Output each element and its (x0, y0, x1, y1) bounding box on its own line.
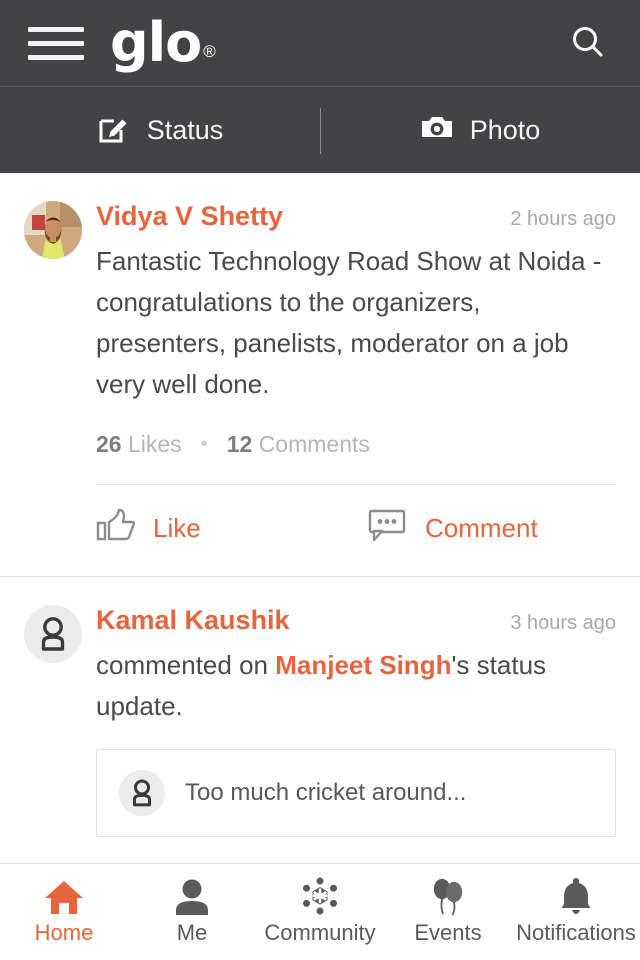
avatar[interactable] (24, 605, 82, 663)
nav-item-notifications[interactable]: Notifications (512, 864, 640, 960)
stats-separator-dot: • (200, 433, 208, 455)
tab-photo-label: Photo (469, 114, 541, 145)
nav-item-me-label: Me (176, 920, 208, 945)
post-timestamp: 3 hours ago (510, 612, 616, 634)
network-hub-icon (299, 877, 341, 916)
mentioned-user-link[interactable]: Manjeet Singh (275, 650, 451, 680)
home-icon (43, 878, 85, 916)
post-stats: 26 Likes • 12 Comments (96, 431, 616, 458)
comments-count: 12 (226, 431, 253, 457)
hamburger-bar (28, 26, 84, 32)
tab-status-label: Status (146, 114, 224, 145)
like-button-label: Like (153, 513, 201, 543)
bottom-navigation: Home Me Community Events Notifications (0, 863, 640, 960)
quoted-comment-card[interactable]: Too much cricket around... (96, 749, 616, 837)
comments-label: Comments (258, 431, 370, 457)
avatar[interactable] (119, 770, 165, 816)
tab-status[interactable]: Status (0, 87, 320, 173)
post-author-name[interactable]: Kamal Kaushik (96, 605, 290, 636)
feed-post: Vidya V Shetty 2 hours ago Fantastic Tec… (0, 173, 640, 576)
comment-button[interactable]: Comment (368, 508, 538, 549)
post-timestamp: 2 hours ago (510, 208, 616, 230)
compose-edit-icon (97, 111, 131, 150)
brand-logo[interactable]: glo ® (110, 11, 216, 74)
post-body: Kamal Kaushik 3 hours ago commented on M… (96, 605, 616, 863)
likes-count-button[interactable]: 26 Likes (96, 431, 182, 458)
nav-item-home-label: Home (34, 920, 94, 945)
avatar[interactable] (24, 201, 82, 259)
post-header: Vidya V Shetty 2 hours ago Fantastic Tec… (24, 201, 616, 576)
post-meta-row: Kamal Kaushik 3 hours ago (96, 605, 616, 636)
search-icon[interactable] (562, 17, 614, 69)
balloons-icon (429, 878, 467, 916)
nav-item-events[interactable]: Events (384, 864, 512, 960)
bell-icon (556, 878, 596, 916)
compose-tab-bar: Status Photo (0, 86, 640, 173)
comment-button-label: Comment (425, 513, 538, 543)
likes-count: 26 (96, 431, 122, 457)
person-icon (172, 878, 212, 916)
post-header: Kamal Kaushik 3 hours ago commented on M… (24, 605, 616, 863)
like-button[interactable]: Like (96, 507, 368, 550)
comment-bubble-icon (368, 508, 408, 549)
nav-item-community-label: Community (264, 920, 376, 945)
app-root: glo ® Status Photo Vidya V Shetty 2 hour… (0, 0, 640, 960)
likes-label: Likes (127, 431, 182, 457)
feed-list[interactable]: Vidya V Shetty 2 hours ago Fantastic Tec… (0, 173, 640, 863)
post-author-name[interactable]: Vidya V Shetty (96, 201, 283, 232)
nav-item-home[interactable]: Home (0, 864, 128, 960)
registered-trademark-icon: ® (203, 42, 216, 61)
comments-count-button[interactable]: 12 Comments (227, 431, 370, 458)
nav-item-events-label: Events (414, 920, 482, 945)
hamburger-menu-icon[interactable] (28, 23, 84, 63)
quoted-comment-text: Too much cricket around... (185, 779, 467, 806)
post-actions: Like Comment (96, 485, 616, 576)
nav-item-me[interactable]: Me (128, 864, 256, 960)
activity-text-prefix: commented on (96, 650, 276, 680)
tab-photo[interactable]: Photo (320, 87, 640, 173)
post-text: Fantastic Technology Road Show at Noida … (96, 246, 602, 399)
hamburger-bar (28, 40, 84, 46)
post-activity-text: commented on Manjeet Singh's status upda… (96, 645, 616, 727)
hamburger-bar (28, 54, 84, 60)
nav-item-notifications-label: Notifications (516, 920, 636, 945)
app-header: glo ® (0, 0, 640, 86)
tab-divider (320, 108, 321, 154)
camera-icon (420, 111, 454, 150)
post-body: Vidya V Shetty 2 hours ago Fantastic Tec… (96, 201, 616, 576)
brand-logo-text: glo (110, 11, 202, 74)
post-meta-row: Vidya V Shetty 2 hours ago (96, 201, 616, 232)
feed-post: Kamal Kaushik 3 hours ago commented on M… (0, 576, 640, 863)
nav-item-community[interactable]: Community (256, 864, 384, 960)
thumbs-up-icon (96, 507, 136, 550)
